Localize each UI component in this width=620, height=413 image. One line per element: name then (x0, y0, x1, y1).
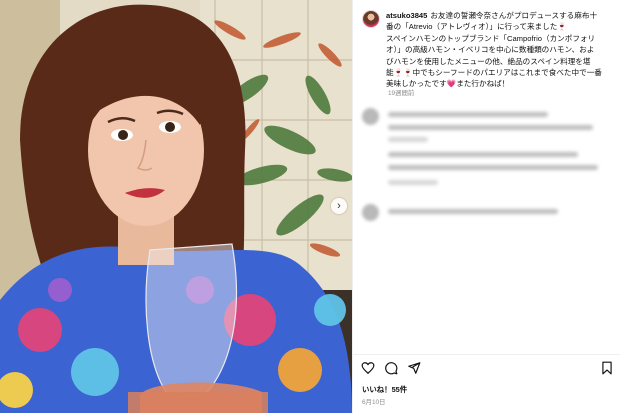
blurred-comment (362, 204, 612, 226)
caption-line: スペインハモンのトップブランド「Campofrio（カンポフォリ (386, 33, 596, 43)
blurred-text (388, 180, 438, 185)
chevron-right-icon: › (337, 199, 341, 212)
caption-line: 番の「Atrevio（アトレヴィオ）」に行って来ました🍷 (386, 22, 567, 32)
comment-icon[interactable] (384, 361, 398, 375)
blurred-text (388, 165, 598, 170)
like-count[interactable]: いいね！55件 (362, 384, 407, 395)
photo-scene (0, 0, 352, 413)
blurred-text (388, 137, 428, 142)
blurred-text (388, 152, 578, 157)
avatar[interactable] (362, 10, 380, 28)
bookmark-icon[interactable] (601, 361, 613, 375)
share-icon[interactable] (407, 361, 421, 375)
post-caption-block: atsuko3845 お友達の誓瀬令奈さんがプロデュースする麻布十 番の「Atre… (362, 10, 614, 90)
caption-line: お友達の誓瀬令奈さんがプロデュースする麻布十 (430, 11, 598, 20)
blurred-comment (362, 108, 612, 190)
caption-line: 能🍷🍷中でもシーフードのパエリアはこれまで食べた中で一番 (386, 68, 602, 78)
blurred-text (388, 112, 548, 117)
username-link[interactable]: atsuko3845 (386, 11, 427, 20)
next-photo-button[interactable]: › (331, 198, 347, 214)
post-actions (361, 361, 421, 375)
comment-avatar (362, 108, 379, 125)
caption-line: 美味しかったです💗また行かねば！ (386, 79, 510, 89)
comment-avatar (362, 204, 379, 221)
post-caption: atsuko3845 お友達の誓瀬令奈さんがプロデュースする麻布十 番の「Atre… (386, 10, 602, 90)
divider (352, 354, 620, 355)
caption-line: オ）」の高級ハモン・イベリコを中心に数種類のハモン、およ (386, 45, 595, 55)
blurred-text (388, 125, 593, 130)
post-timestamp: 19週間前 (388, 90, 415, 97)
blurred-text (388, 209, 558, 214)
post-date: 6月10日 (362, 399, 386, 406)
caption-line: びハモンを使用したメニューの他、絶品のスペイン料理を堪 (386, 56, 591, 66)
heart-icon[interactable] (361, 361, 375, 375)
post-photo: › (0, 0, 352, 413)
